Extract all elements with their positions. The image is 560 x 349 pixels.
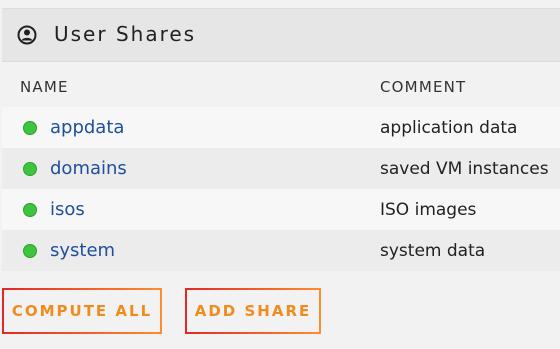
- panel-header: User Shares: [2, 8, 560, 62]
- table-row: domains saved VM instances: [2, 148, 560, 189]
- status-online-icon: [23, 244, 37, 258]
- add-share-button[interactable]: ADD SHARE: [185, 288, 321, 334]
- share-link-appdata[interactable]: appdata: [50, 117, 124, 138]
- share-link-system[interactable]: system: [50, 240, 115, 261]
- status-online-icon: [23, 203, 37, 217]
- column-header-name[interactable]: NAME: [20, 78, 69, 96]
- shares-table-body: appdata application data domains saved V…: [2, 107, 560, 271]
- status-online-icon: [23, 162, 37, 176]
- column-header-comment[interactable]: COMMENT: [380, 78, 466, 96]
- compute-all-button[interactable]: COMPUTE ALL: [2, 288, 162, 334]
- table-header: NAME COMMENT: [2, 66, 560, 106]
- panel-title: User Shares: [54, 22, 197, 46]
- share-comment: saved VM instances: [380, 159, 549, 179]
- share-link-domains[interactable]: domains: [50, 158, 127, 179]
- share-link-isos[interactable]: isos: [50, 199, 85, 220]
- table-row: appdata application data: [2, 107, 560, 148]
- user-icon: [17, 25, 37, 45]
- status-online-icon: [23, 121, 37, 135]
- share-comment: ISO images: [380, 200, 477, 220]
- table-row: isos ISO images: [2, 189, 560, 230]
- share-comment: application data: [380, 118, 518, 138]
- share-comment: system data: [380, 241, 486, 261]
- table-row: system system data: [2, 230, 560, 271]
